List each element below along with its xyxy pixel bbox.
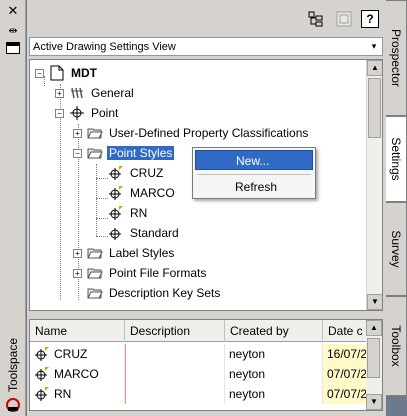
- menu-separator: [197, 174, 311, 175]
- tree-node-style-standard[interactable]: Standard: [108, 223, 181, 243]
- column-header-name[interactable]: Name: [30, 320, 125, 342]
- tree-scrollbar[interactable]: ▲ ▼: [366, 60, 382, 310]
- tree-label: CRUZ: [130, 166, 164, 180]
- tree-node-point-file-formats[interactable]: + Point File Formats: [73, 263, 208, 283]
- tree-label: Standard: [130, 226, 179, 240]
- tree-label: Point File Formats: [109, 266, 207, 280]
- item-list[interactable]: Name Description Created by Date c CRUZ …: [29, 319, 383, 411]
- point-style-icon: [108, 185, 124, 201]
- tab-survey[interactable]: Survey: [386, 202, 407, 296]
- description-cell: [125, 364, 225, 384]
- scroll-thumb[interactable]: [367, 338, 380, 378]
- collapse-icon[interactable]: −: [35, 68, 44, 78]
- tree-label: MDT: [71, 66, 97, 80]
- tab-settings[interactable]: Settings: [386, 116, 407, 202]
- scroll-up-icon[interactable]: ▲: [367, 60, 382, 76]
- expand-icon[interactable]: +: [55, 88, 64, 98]
- description-cell: [125, 384, 225, 404]
- auto-hide-icon[interactable]: ⇹: [5, 24, 21, 38]
- menu-item-new[interactable]: New...: [195, 150, 313, 170]
- expand-icon[interactable]: +: [73, 248, 82, 258]
- name-cell: CRUZ: [30, 344, 125, 364]
- general-settings-icon: [69, 85, 85, 101]
- scroll-down-icon[interactable]: ▼: [366, 394, 382, 410]
- properties-icon[interactable]: [6, 42, 20, 54]
- menu-item-refresh[interactable]: Refresh: [195, 177, 313, 197]
- list-scrollbar[interactable]: ▲ ▼: [366, 320, 382, 410]
- tree-label: Point Styles: [107, 146, 175, 160]
- scroll-up-icon[interactable]: ▲: [366, 320, 382, 336]
- created-by-cell: neyton: [225, 344, 323, 364]
- help-icon[interactable]: ?: [361, 10, 379, 28]
- tree-node-description-key-sets[interactable]: Description Key Sets: [87, 283, 222, 303]
- tree-node-point-styles[interactable]: − Point Styles: [73, 143, 175, 163]
- list-header: Name Description Created by Date c: [30, 320, 382, 342]
- context-menu: New... Refresh: [192, 147, 316, 199]
- tree-node-point[interactable]: − Point: [55, 103, 120, 123]
- column-header-description[interactable]: Description: [125, 320, 225, 342]
- tree-label: RN: [130, 206, 148, 220]
- app-logo-icon: [6, 398, 20, 412]
- name-cell: MARCO: [30, 364, 125, 384]
- disabled-toolbar-icon: [335, 10, 353, 28]
- tree-node-style-marco[interactable]: MARCO: [108, 183, 177, 203]
- folder-icon: [87, 285, 103, 301]
- point-style-icon: [34, 366, 50, 382]
- collapse-icon[interactable]: −: [73, 148, 82, 158]
- view-selector[interactable]: Active Drawing Settings View ▾: [29, 37, 383, 56]
- description-cell: [125, 344, 225, 364]
- pane-splitter[interactable]: [29, 311, 383, 318]
- expand-icon[interactable]: +: [73, 128, 82, 138]
- point-style-icon: [108, 225, 124, 241]
- tree-node-mdt[interactable]: − MDT: [35, 63, 99, 83]
- expand-icon[interactable]: +: [73, 268, 82, 278]
- tree-node-style-cruz[interactable]: CRUZ: [108, 163, 165, 183]
- tree-label: User-Defined Property Classifications: [109, 126, 309, 140]
- tree-label: Label Styles: [109, 246, 175, 260]
- table-row[interactable]: MARCO neyton 07/07/2: [30, 364, 382, 384]
- folder-icon: [87, 265, 103, 281]
- window-title: Toolspace: [6, 337, 20, 393]
- toolspace-panel: ? Active Drawing Settings View ▾ − MDT +: [27, 0, 386, 416]
- point-style-icon: [34, 386, 50, 402]
- folder-icon: [87, 245, 103, 261]
- table-row[interactable]: RN neyton 07/07/2: [30, 384, 382, 404]
- point-style-icon: [108, 165, 124, 181]
- tree-label: General: [91, 86, 134, 100]
- date-cell: 07/07/2: [323, 364, 368, 384]
- table-row[interactable]: CRUZ neyton 16/07/2: [30, 344, 382, 364]
- tree-node-style-rn[interactable]: RN: [108, 203, 149, 223]
- close-icon[interactable]: ✕: [6, 4, 20, 18]
- column-header-created-by[interactable]: Created by: [225, 320, 323, 342]
- tree-label: Description Key Sets: [109, 286, 221, 300]
- tree-node-udp-classifications[interactable]: + User-Defined Property Classifications: [73, 123, 310, 143]
- folder-icon: [87, 125, 103, 141]
- toolspace-toolbar: ?: [27, 0, 386, 36]
- tab-prospector[interactable]: Prospector: [386, 0, 407, 116]
- collapse-icon[interactable]: −: [55, 108, 64, 118]
- point-style-icon: [34, 346, 50, 362]
- point-icon: [69, 105, 85, 121]
- view-selector-value: Active Drawing Settings View: [33, 40, 176, 53]
- point-style-icon: [108, 205, 124, 221]
- date-cell: 16/07/2: [323, 344, 368, 364]
- item-view-toggle-icon[interactable]: [307, 10, 325, 28]
- scroll-down-icon[interactable]: ▼: [367, 294, 382, 310]
- column-header-date[interactable]: Date c: [323, 320, 368, 342]
- tree-label: Point: [91, 106, 119, 120]
- folder-open-icon: [87, 145, 103, 161]
- toolspace-title-bar: ✕ ⇹ Toolspace: [0, 0, 26, 416]
- tree-node-general[interactable]: + General: [55, 83, 136, 103]
- tree-label: MARCO: [130, 186, 175, 200]
- tab-toolbox[interactable]: Toolbox: [386, 296, 407, 396]
- created-by-cell: neyton: [225, 384, 323, 404]
- created-by-cell: neyton: [225, 364, 323, 384]
- tree-node-label-styles[interactable]: + Label Styles: [73, 243, 176, 263]
- scroll-thumb[interactable]: [368, 78, 381, 138]
- toolspace-tabs: Prospector Settings Survey Toolbox: [386, 0, 407, 416]
- drawing-icon: [49, 65, 65, 81]
- name-cell: RN: [30, 384, 125, 404]
- date-cell: 07/07/2: [323, 384, 368, 404]
- chevron-down-icon[interactable]: ▾: [366, 38, 382, 55]
